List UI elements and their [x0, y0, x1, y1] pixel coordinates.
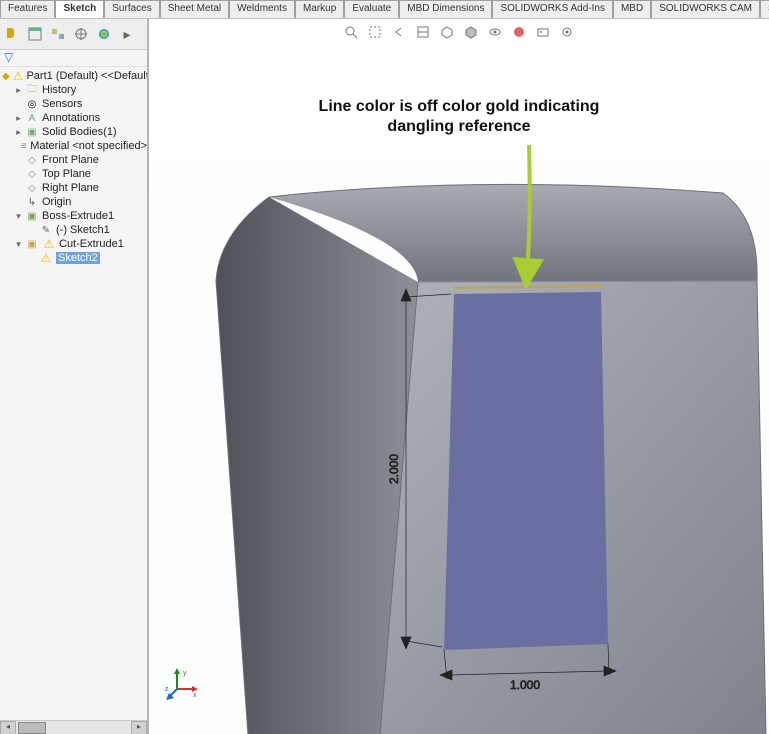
dimxpert-tab-icon[interactable] — [71, 24, 91, 44]
tree-topplane[interactable]: ◇Top Plane — [0, 167, 147, 181]
warning-icon: ⚠ — [39, 251, 53, 265]
warning-icon: ⚠ — [13, 69, 24, 83]
tab-markup[interactable]: Markup — [295, 0, 344, 18]
tab-mbddim[interactable]: MBD Dimensions — [399, 0, 492, 18]
material-icon: ≡ — [20, 139, 27, 153]
tree-label: Cut-Extrude1 — [59, 238, 124, 250]
expand-icon[interactable]: ▸ — [14, 86, 23, 95]
configmanager-tab-icon[interactable] — [48, 24, 68, 44]
tree-sketch1[interactable]: ✎(-) Sketch1 — [0, 223, 147, 237]
scroll-thumb[interactable] — [18, 722, 46, 734]
display-tab-icon[interactable] — [94, 24, 114, 44]
collapse-icon[interactable]: ▾ — [14, 212, 23, 221]
view-triad[interactable]: y x z — [165, 667, 199, 701]
sketch-icon: ✎ — [39, 223, 53, 237]
plane-icon: ◇ — [25, 181, 39, 195]
solidbody-icon: ▣ — [25, 125, 39, 139]
graphics-viewport[interactable]: Line color is off color gold indicating … — [149, 19, 769, 734]
tree-cutextrude[interactable]: ▾▣⚠Cut-Extrude1 — [0, 237, 147, 251]
feature-manager-panel: ▸ ▽ ◆⚠Part1 (Default) <<Default>_Displa … — [0, 19, 149, 734]
svg-text:z: z — [165, 686, 169, 693]
featuremanager-tab-icon[interactable] — [2, 24, 22, 44]
tab-features[interactable]: Features — [0, 0, 55, 18]
tree-sensors[interactable]: ◎Sensors — [0, 97, 147, 111]
filter-icon[interactable]: ▽ — [0, 50, 147, 67]
command-tabs: Features Sketch Surfaces Sheet Metal Wel… — [0, 0, 769, 19]
dim-height: 2.000 — [387, 454, 401, 484]
svg-text:y: y — [183, 670, 187, 677]
tree-label: (-) Sketch1 — [56, 224, 110, 236]
dim-width: 1.000 — [510, 678, 540, 692]
tree-label: Boss-Extrude1 — [42, 210, 114, 222]
part-icon: ◆ — [2, 69, 10, 83]
scroll-right-button[interactable]: ▸ — [131, 721, 147, 734]
tab-swcamtbm[interactable]: SOLIDWORKS CAM TBM — [760, 0, 769, 18]
tree-history[interactable]: ▸🗀History — [0, 83, 147, 97]
tree-material[interactable]: ≡Material <not specified> — [0, 139, 147, 153]
model-render: 2.000 1.000 — [149, 19, 769, 734]
tree-label: Part1 (Default) <<Default>_Displa — [26, 70, 147, 82]
tree-origin[interactable]: ↳Origin — [0, 195, 147, 209]
tree-label: Solid Bodies(1) — [42, 126, 117, 138]
tab-evaluate[interactable]: Evaluate — [344, 0, 399, 18]
tree-rightplane[interactable]: ◇Right Plane — [0, 181, 147, 195]
tree-label: Annotations — [42, 112, 100, 124]
tree-label: Sketch2 — [56, 252, 100, 264]
plane-icon: ◇ — [25, 153, 39, 167]
tree-label: Sensors — [42, 98, 82, 110]
tab-sketch[interactable]: Sketch — [55, 0, 104, 18]
svg-text:x: x — [193, 692, 197, 699]
tree-frontplane[interactable]: ◇Front Plane — [0, 153, 147, 167]
tree-sketch2[interactable]: ⚠Sketch2 — [0, 251, 147, 265]
panel-tab-bar: ▸ — [0, 19, 147, 50]
tab-surfaces[interactable]: Surfaces — [104, 0, 159, 18]
annotations-icon: A — [25, 111, 39, 125]
tab-weldments[interactable]: Weldments — [229, 0, 295, 18]
tree-annotations[interactable]: ▸AAnnotations — [0, 111, 147, 125]
propertymanager-tab-icon[interactable] — [25, 24, 45, 44]
tree-bossextrude[interactable]: ▾▣Boss-Extrude1 — [0, 209, 147, 223]
scroll-left-button[interactable]: ◂ — [0, 721, 16, 734]
tab-sheetmetal[interactable]: Sheet Metal — [160, 0, 229, 18]
tree-label: Origin — [42, 196, 71, 208]
extrude-icon: ▣ — [25, 209, 39, 223]
plane-icon: ◇ — [25, 167, 39, 181]
tree-label: Front Plane — [42, 154, 99, 166]
tree-label: History — [42, 84, 76, 96]
tab-mbd[interactable]: MBD — [613, 0, 651, 18]
tree-label: Top Plane — [42, 168, 91, 180]
tree-root[interactable]: ◆⚠Part1 (Default) <<Default>_Displa — [0, 69, 147, 83]
panel-scrollbar[interactable]: ◂ ▸ — [0, 720, 147, 734]
cutextrude-icon: ▣ — [25, 237, 39, 251]
origin-icon: ↳ — [25, 195, 39, 209]
tab-addins[interactable]: SOLIDWORKS Add-Ins — [492, 0, 612, 18]
warning-icon: ⚠ — [42, 237, 56, 251]
tree-solidbodies[interactable]: ▸▣Solid Bodies(1) — [0, 125, 147, 139]
collapse-icon[interactable]: ▾ — [14, 240, 23, 249]
folder-icon: 🗀 — [25, 83, 39, 97]
tab-swcam[interactable]: SOLIDWORKS CAM — [651, 0, 760, 18]
tree-label: Material <not specified> — [30, 140, 147, 152]
feature-tree: ◆⚠Part1 (Default) <<Default>_Displa ▸🗀Hi… — [0, 67, 147, 720]
panel-overflow-icon[interactable]: ▸ — [117, 24, 137, 44]
expand-icon[interactable]: ▸ — [14, 114, 23, 123]
sensors-icon: ◎ — [25, 97, 39, 111]
tree-label: Right Plane — [42, 182, 99, 194]
expand-icon[interactable]: ▸ — [14, 128, 23, 137]
